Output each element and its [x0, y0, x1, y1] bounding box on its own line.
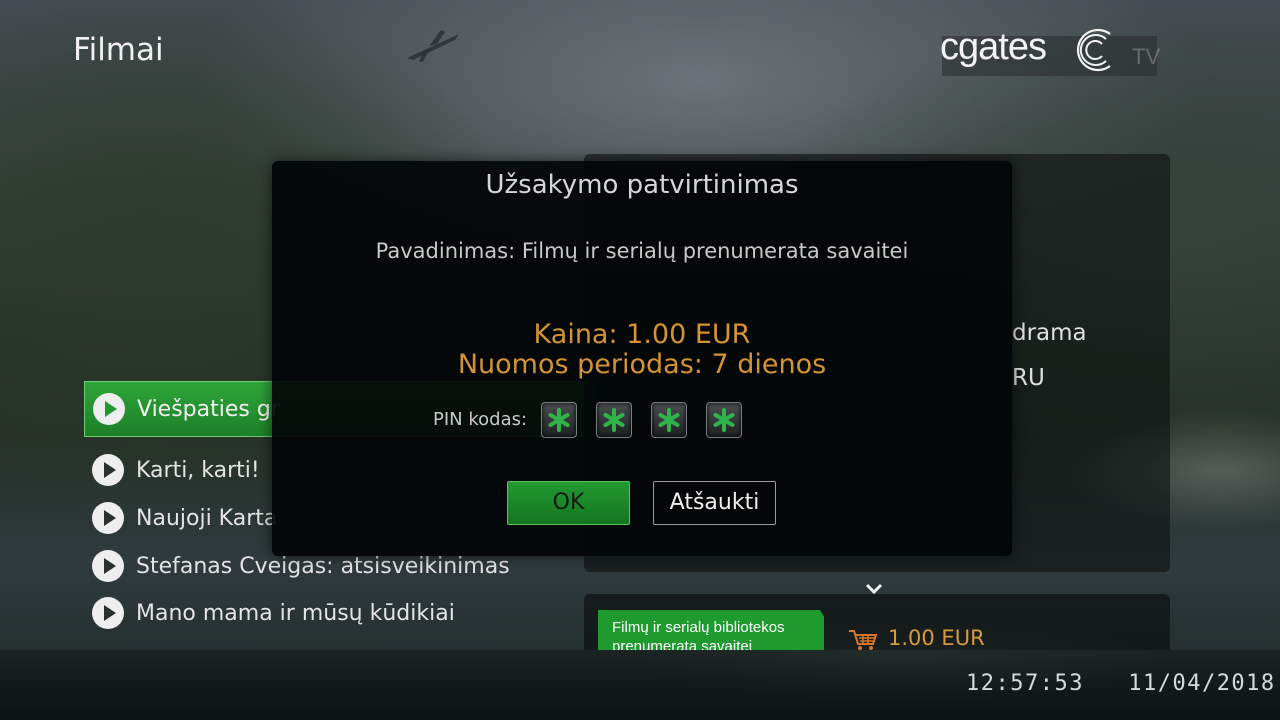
list-item-label: Viešpaties gr	[137, 396, 280, 422]
asterisk-icon	[548, 408, 570, 432]
asterisk-icon	[603, 408, 625, 432]
app-screen: Filmai cgates TV Viešpaties gr Karti, ka…	[0, 0, 1280, 720]
page-title: Filmai	[73, 32, 164, 68]
play-icon	[92, 597, 124, 629]
clock-time: 12:57:53	[966, 671, 1084, 696]
rental-period: Nuomos periodas: 7 dienos	[457, 349, 827, 380]
order-price: Kaina: 1.00 EUR	[533, 319, 751, 350]
ok-button[interactable]: OK	[507, 481, 630, 525]
pin-label: PIN kodas:	[433, 409, 528, 430]
play-icon	[92, 502, 124, 534]
logo-tv-text: TV	[1132, 44, 1161, 69]
asterisk-icon	[658, 408, 680, 432]
offer-price: 1.00 EUR	[888, 626, 985, 650]
brand-logo: cgates TV	[940, 22, 1160, 78]
movie-language: RU	[1012, 365, 1045, 391]
play-icon	[93, 393, 125, 425]
offer-label: Filmų ir serialų bibliotekos prenumerata…	[612, 619, 785, 650]
clock: 12:57:53 11/04/2018	[966, 671, 1276, 696]
list-item-label: Mano mama ir mūsų kūdikiai	[136, 600, 455, 626]
pin-digit-1[interactable]	[541, 402, 577, 438]
offer-ribbon[interactable]: Filmų ir serialų bibliotekos prenumerata…	[598, 610, 824, 650]
purchase-panel: Filmų ir serialų bibliotekos prenumerata…	[584, 594, 1170, 650]
movie-genre: drama	[1012, 320, 1087, 346]
pin-digit-3[interactable]	[651, 402, 687, 438]
clock-date: 11/04/2018	[1128, 671, 1276, 696]
list-item-label: Stefanas Cveigas: atsisveikinimas	[136, 553, 510, 579]
dialog-title: Užsakymo patvirtinimas	[485, 170, 799, 200]
airplane-icon	[407, 30, 459, 62]
cgates-swirl-icon	[1076, 28, 1111, 72]
pin-digit-2[interactable]	[596, 402, 632, 438]
order-name: Pavadinimas: Filmų ir serialų prenumerat…	[375, 239, 909, 263]
list-item[interactable]: Mano mama ir mūsų kūdikiai	[84, 590, 564, 636]
logo-text: cgates	[940, 26, 1047, 68]
list-item-label: Karti, karti!	[136, 457, 260, 483]
order-confirmation-dialog: Užsakymo patvirtinimas Pavadinimas: Film…	[272, 161, 1012, 556]
play-icon	[92, 550, 124, 582]
play-icon	[92, 454, 124, 486]
shopping-cart-icon	[849, 630, 878, 650]
asterisk-icon	[713, 408, 735, 432]
pin-digit-4[interactable]	[706, 402, 742, 438]
list-item-label: Naujoji Karta	[136, 505, 278, 531]
cancel-button[interactable]: Atšaukti	[653, 481, 776, 525]
